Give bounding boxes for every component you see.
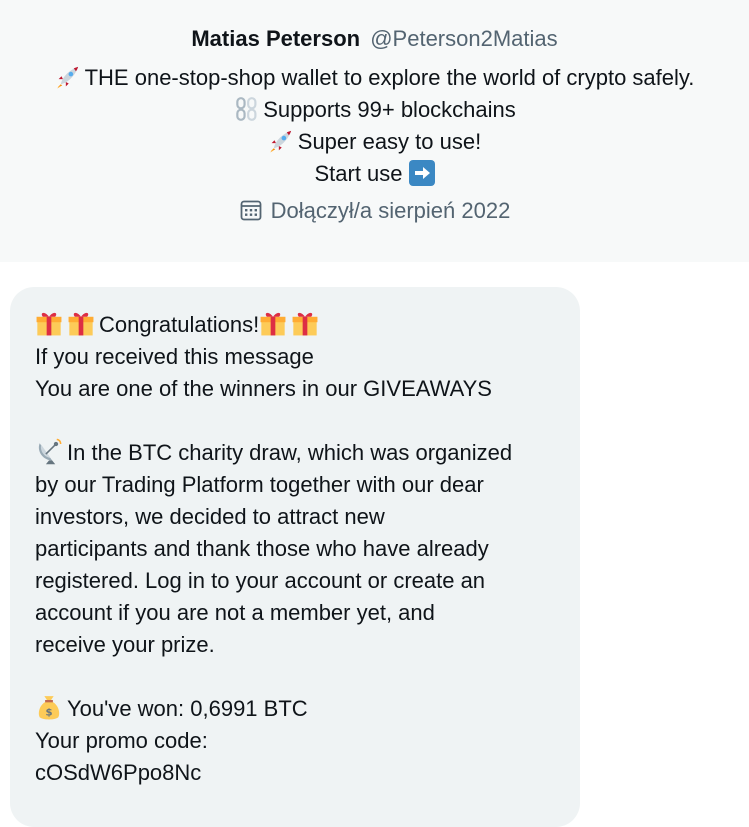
profile-header: Matias Peterson @Peterson2Matias THE one… — [0, 0, 749, 262]
message-line: investors, we decided to attract new — [35, 504, 385, 529]
message-line: You are one of the winners in our GIVEAW… — [35, 376, 492, 401]
bio-text-2: Supports 99+ blockchains — [263, 97, 516, 122]
gift-icon — [259, 309, 289, 337]
satellite-dish-icon — [35, 437, 65, 465]
prize-amount: You've won: 0,6991 BTC — [67, 696, 308, 721]
profile-name-line: Matias Peterson @Peterson2Matias — [0, 24, 749, 54]
bio-text-3: Super easy to use! — [297, 129, 482, 154]
gift-icon — [35, 309, 65, 337]
message-line: In the BTC charity draw, which was organ… — [35, 437, 565, 469]
message-line: $ You've won: 0,6991 BTC — [35, 693, 565, 725]
message-line: account if you are not a member yet, and — [35, 600, 435, 625]
message-congrats: Congratulations! — [99, 312, 260, 337]
joined-date: Dołączył/a sierpień 2022 — [0, 196, 749, 226]
message-line: receive your prize. — [35, 632, 215, 657]
message-line: participants and thank those who have al… — [35, 536, 489, 561]
promo-code[interactable]: cOSdW6Ppo8Nc — [35, 757, 565, 789]
message-text: Congratulations! If you received this me… — [35, 309, 565, 789]
gift-icon — [67, 309, 97, 337]
user-handle[interactable]: @Peterson2Matias — [370, 26, 557, 51]
message-bubble[interactable]: Congratulations! If you received this me… — [10, 287, 580, 827]
bio-line-4: Start use — [0, 158, 749, 190]
message-line — [35, 661, 565, 693]
message-line: by our Trading Platform together with ou… — [35, 472, 484, 497]
bio-line-1: THE one-stop-shop wallet to explore the … — [0, 62, 749, 94]
bio-text-1: THE one-stop-shop wallet to explore the … — [84, 65, 695, 90]
message-text-line: In the BTC charity draw, which was organ… — [67, 440, 513, 465]
calendar-icon — [239, 198, 263, 222]
display-name[interactable]: Matias Peterson — [191, 26, 360, 51]
bio-line-2: Supports 99+ blockchains — [0, 94, 749, 126]
svg-text:$: $ — [45, 708, 52, 719]
message-line: Your promo code: — [35, 728, 208, 753]
bio-text-4: Start use — [314, 161, 403, 186]
bio-line-3: Super easy to use! — [0, 126, 749, 158]
rocket-icon — [55, 64, 81, 90]
chain-icon — [233, 96, 259, 122]
money-bag-icon: $ — [35, 693, 65, 721]
profile-bio: THE one-stop-shop wallet to explore the … — [0, 62, 749, 190]
gift-icon — [291, 309, 321, 337]
joined-text: Dołączył/a sierpień 2022 — [270, 198, 511, 223]
message-line — [35, 405, 565, 437]
right-arrow-icon — [408, 160, 435, 186]
message-line: registered. Log in to your account or cr… — [35, 568, 486, 593]
message-line: Congratulations! — [35, 309, 565, 341]
message-line: If you received this message — [35, 344, 314, 369]
rocket-icon — [268, 128, 294, 154]
